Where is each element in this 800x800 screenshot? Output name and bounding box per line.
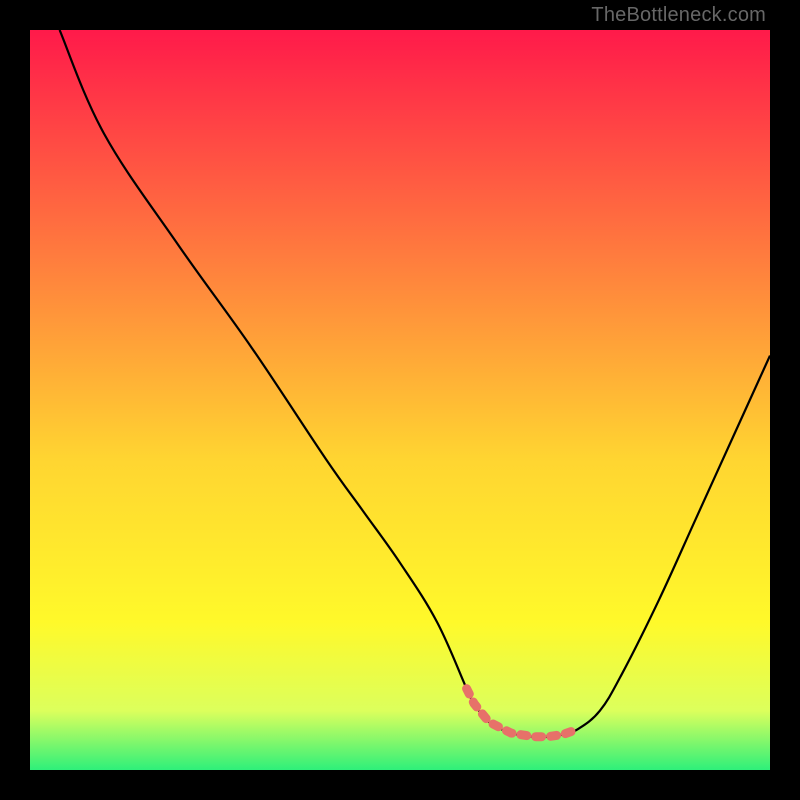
plot-area [30,30,770,770]
watermark-text: TheBottleneck.com [591,4,766,27]
curve-layer [30,30,770,770]
bottleneck-curve [60,30,770,737]
frame-right [770,0,800,800]
optimal-range-marker [467,689,578,737]
frame-bottom [0,770,800,800]
bottleneck-chart: TheBottleneck.com [0,0,800,800]
frame-left [0,0,30,800]
